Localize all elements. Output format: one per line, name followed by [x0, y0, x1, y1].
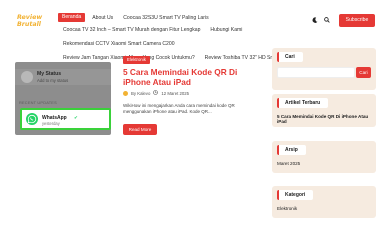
search-button[interactable]: Cari [356, 67, 371, 78]
search-widget-title: Cari [277, 52, 303, 62]
category-badge[interactable]: Elektronik [123, 56, 150, 64]
my-status-subtitle: Add to my status [37, 78, 69, 83]
avatar [21, 71, 33, 83]
archive-link[interactable]: Maret 2025 [277, 161, 300, 166]
header-icons [312, 17, 330, 25]
verified-icon: ✔ [74, 115, 78, 120]
nav-hubungi-kami[interactable]: Hubungi Kami [205, 27, 247, 33]
search-input[interactable] [277, 67, 355, 78]
clock-icon [153, 90, 159, 96]
my-status-title: My Status [37, 71, 62, 77]
post-meta: By Kalevo 12 Maret 2025 [123, 90, 189, 96]
my-status-row: My Status Add to my status [15, 69, 111, 85]
nav-beranda[interactable]: Beranda [58, 13, 86, 22]
post-excerpt: WikiHow ini mengajarkan Anda cara memind… [123, 103, 235, 115]
archive-widget: Arsip Maret 2025 [272, 141, 376, 173]
nav-about-us[interactable]: About Us [87, 15, 118, 21]
post-title[interactable]: 5 Cara Memindai Kode QR Di iPhone Atau i… [123, 67, 263, 87]
archive-title: Arsip [277, 145, 306, 155]
whatsapp-time: yesterday [42, 121, 60, 126]
subscribe-button[interactable]: Subscribe [339, 14, 375, 27]
category-widget: Kategori Elektronik [272, 186, 376, 218]
category-link[interactable]: Elektronik [277, 206, 297, 211]
category-title: Kategori [277, 190, 314, 200]
recent-updates-label: RECENT UPDATES [19, 100, 57, 105]
whatsapp-icon [26, 113, 38, 125]
nav-cctv-xiaomi[interactable]: Rekomendasi CCTV Xiaomi Smart Camera C20… [58, 41, 180, 47]
recent-article-link[interactable]: 5 Cara Memindai Kode QR Di iPhone Atau i… [277, 114, 376, 124]
recent-articles-widget: Artikel Terbaru 5 Cara Memindai Kode QR … [272, 94, 376, 127]
moon-icon[interactable] [312, 17, 318, 25]
read-more-button[interactable]: Read More [123, 124, 157, 135]
search-icon[interactable] [324, 17, 330, 25]
nav-coocaa-32s3u[interactable]: Coocaa 32S3U Smart TV Paling Laris [118, 15, 213, 21]
recent-articles-title: Artikel Terbaru [277, 98, 329, 108]
nav-coocaa-tv-32[interactable]: Coocaa TV 32 Inch – Smart TV Murah denga… [58, 27, 205, 33]
site-logo[interactable]: Review Brutall [17, 14, 42, 28]
whatsapp-status-card: WhatsApp ✔ yesterday [20, 108, 111, 130]
logo-line2: Brutall [17, 20, 41, 28]
post-author[interactable]: By Kalevo [131, 91, 150, 96]
author-avatar [123, 90, 128, 96]
post-date: 12 Maret 2025 [161, 90, 190, 96]
search-widget: Cari Cari [272, 48, 376, 90]
post-thumbnail[interactable]: My Status Add to my status RECENT UPDATE… [15, 62, 111, 135]
